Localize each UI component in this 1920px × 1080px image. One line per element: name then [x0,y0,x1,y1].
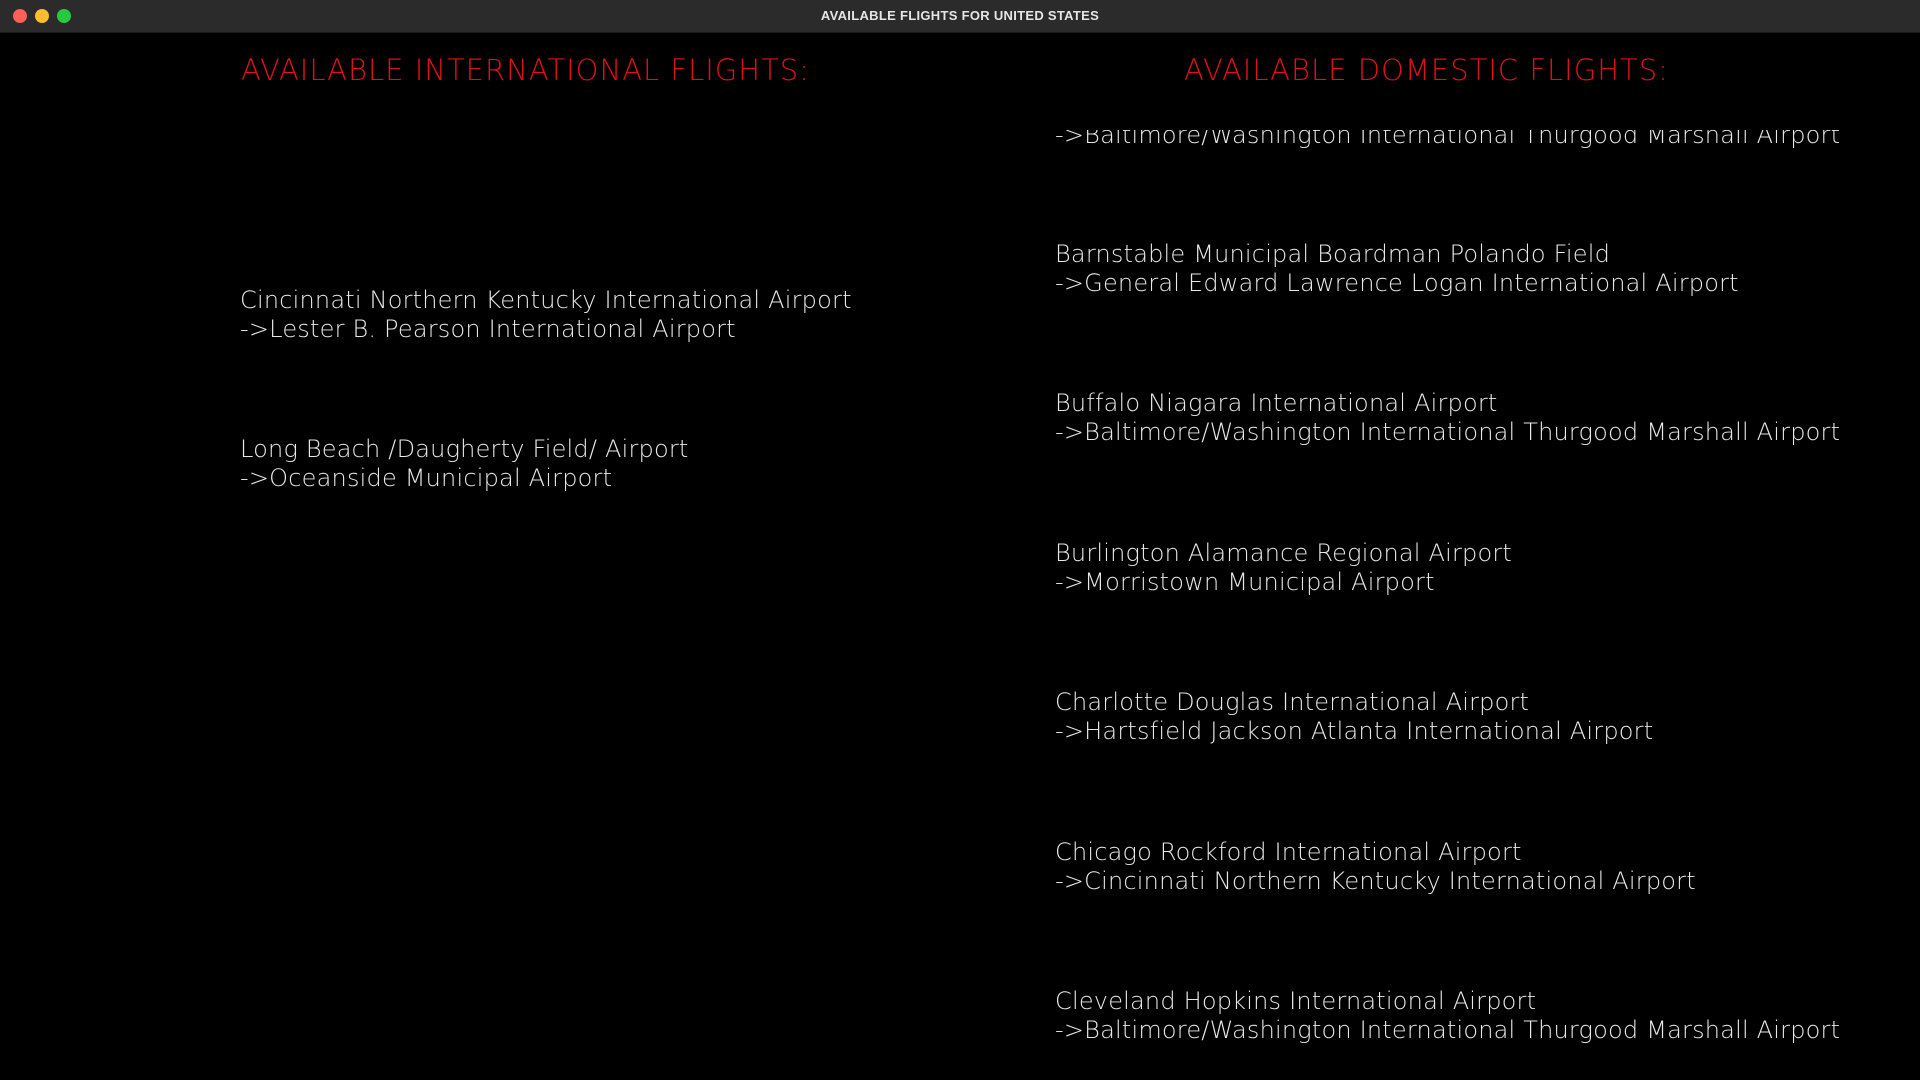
window-title: AVAILABLE FLIGHTS FOR UNITED STATES [820,8,1100,23]
domestic-flight-item: Barnstable Municipal Boardman Polando Fi… [1055,240,1739,298]
domestic-flight-item: Cleveland Hopkins International Airport … [1055,987,1840,1045]
domestic-flight-item-partial: ->Baltimore/Washington International Thu… [1055,121,1841,150]
flights-content: AVAILABLE INTERNATIONAL FLIGHTS: AVAILAB… [0,33,1920,1080]
flight-origin: Charlotte Douglas International Airport [1055,688,1530,716]
flight-destination: ->Baltimore/Washington International Thu… [1055,1016,1841,1044]
flight-origin: Chicago Rockford International Airport [1055,838,1522,866]
domestic-flight-item: Chicago Rockford International Airport -… [1055,838,1696,896]
flight-origin: Buffalo Niagara International Airport [1055,389,1498,417]
flight-destination: ->Morristown Municipal Airport [1055,568,1435,596]
flight-origin: Barnstable Municipal Boardman Polando Fi… [1055,240,1611,268]
flight-origin: Cincinnati Northern Kentucky Internation… [240,286,852,314]
flight-destination: ->Hartsfield Jackson Atlanta Internation… [1055,717,1654,745]
flight-origin: Long Beach /Daugherty Field/ Airport [240,435,689,463]
flight-destination: ->General Edward Lawrence Logan Internat… [1055,269,1739,297]
flight-destination: ->Baltimore/Washington International Thu… [1055,121,1841,149]
title-bar: AVAILABLE FLIGHTS FOR UNITED STATES [0,0,1920,33]
international-flights-heading: AVAILABLE INTERNATIONAL FLIGHTS: [241,53,810,87]
flight-destination: ->Oceanside Municipal Airport [240,464,613,492]
app-window: AVAILABLE FLIGHTS FOR UNITED STATES AVAI… [0,0,1920,1080]
domestic-flights-list: ->Baltimore/Washington International Thu… [1055,33,1875,1080]
domestic-flight-item: Burlington Alamance Regional Airport ->M… [1055,539,1512,597]
flight-origin: Cleveland Hopkins International Airport [1055,987,1537,1015]
international-flight-item: Long Beach /Daugherty Field/ Airport ->O… [240,435,689,493]
domestic-flight-item: Charlotte Douglas International Airport … [1055,688,1653,746]
flight-destination: ->Baltimore/Washington International Thu… [1055,418,1841,446]
domestic-flight-item: Buffalo Niagara International Airport ->… [1055,389,1840,447]
international-flight-item: Cincinnati Northern Kentucky Internation… [240,286,852,344]
flight-destination: ->Lester B. Pearson International Airpor… [240,315,736,343]
flight-origin: Burlington Alamance Regional Airport [1055,539,1513,567]
flight-destination: ->Cincinnati Northern Kentucky Internati… [1055,867,1696,895]
